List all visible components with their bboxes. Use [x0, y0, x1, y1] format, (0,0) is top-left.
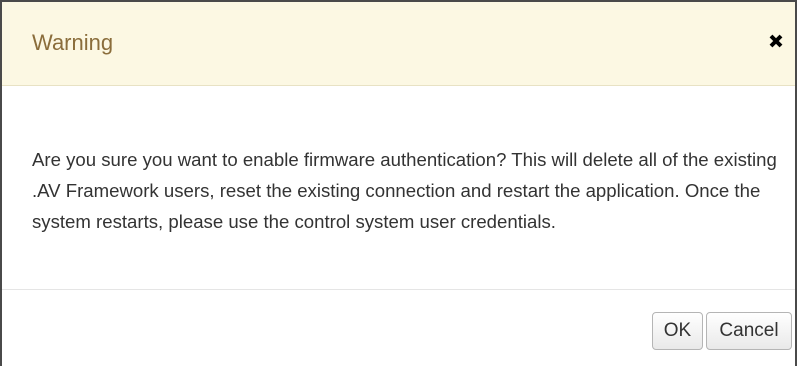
close-icon[interactable]	[765, 30, 787, 52]
dialog-title: Warning	[32, 30, 114, 55]
dialog-body: Are you sure you want to enable firmware…	[2, 86, 795, 290]
dialog-footer: OK Cancel	[2, 290, 795, 368]
warning-dialog: Warning Are you sure you want to enable …	[0, 0, 797, 366]
ok-button[interactable]: OK	[652, 312, 703, 350]
dialog-message: Are you sure you want to enable firmware…	[32, 149, 777, 232]
cancel-button[interactable]: Cancel	[706, 312, 792, 350]
dialog-header: Warning	[2, 2, 795, 86]
